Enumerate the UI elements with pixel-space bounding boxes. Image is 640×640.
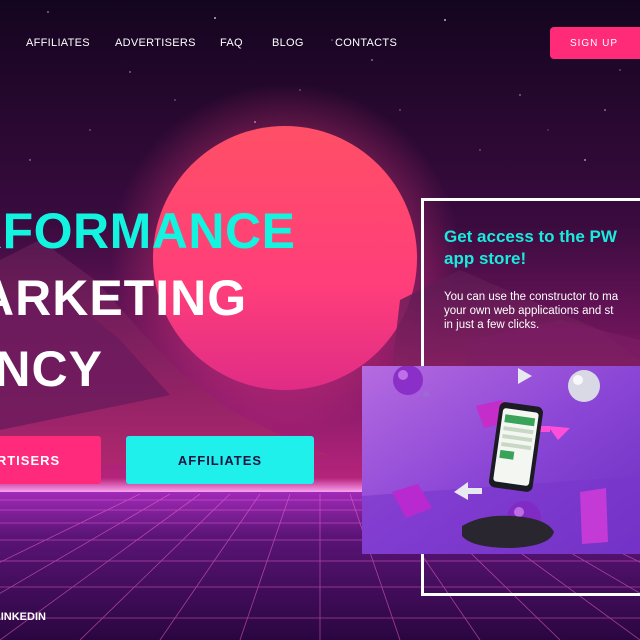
hero-title-line-1: RFORMANCE	[0, 203, 296, 259]
top-navigation: AFFILIATES ADVERTISERS FAQ BLOG CONTACTS…	[0, 0, 640, 86]
hero-title-line-3: ENCY	[0, 341, 103, 397]
promo-illustration	[362, 366, 640, 554]
sign-up-button[interactable]: SIGN UP	[550, 27, 640, 59]
hero-title-line-2: ARKETING	[0, 270, 248, 326]
promo-title-line-1: Get access to the PW	[444, 227, 617, 246]
advertisers-button[interactable]: RTISERS	[0, 436, 101, 484]
promo-text-line-3: in just a few clicks.	[444, 319, 540, 331]
sphere-shape	[393, 366, 423, 395]
linkedin-link[interactable]: LINKEDIN	[0, 611, 46, 623]
nav-link-blog[interactable]: BLOG	[272, 37, 304, 49]
page: AFFILIATES ADVERTISERS FAQ BLOG CONTACTS…	[0, 0, 640, 640]
promo-description: You can use the constructor to ma your o…	[444, 290, 640, 332]
promo-text-line-1: You can use the constructor to ma	[444, 291, 619, 303]
nav-link-faq[interactable]: FAQ	[220, 37, 243, 49]
nav-link-advertisers[interactable]: ADVERTISERS	[115, 37, 196, 49]
promo-title: Get access to the PW app store!	[444, 226, 640, 270]
nav-link-contacts[interactable]: CONTACTS	[335, 37, 397, 49]
affiliates-button[interactable]: AFFILIATES	[126, 436, 314, 484]
nav-link-affiliates[interactable]: AFFILIATES	[26, 37, 90, 49]
promo-text-line-2: your own web applications and st	[444, 305, 614, 317]
promo-title-line-2: app store!	[444, 249, 527, 268]
